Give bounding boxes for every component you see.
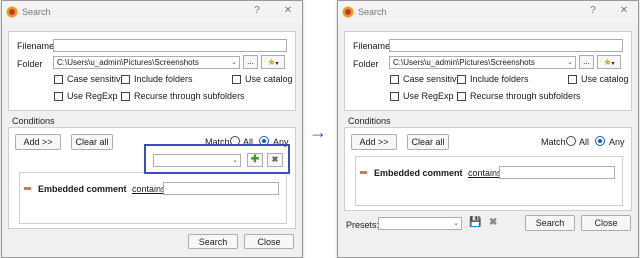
- include-folders-label: Include folders: [134, 74, 193, 84]
- use-catalog-checkbox[interactable]: [232, 75, 241, 84]
- include-folders-checkbox[interactable]: [121, 75, 130, 84]
- browse-button[interactable]: ...: [579, 55, 594, 69]
- use-regexp-label: Use RegExp: [403, 91, 454, 101]
- minus-icon[interactable]: [24, 187, 31, 190]
- close-button[interactable]: Close: [244, 234, 294, 249]
- clear-all-button[interactable]: Clear all: [71, 134, 113, 150]
- recurse-subfolders-label: Recurse through subfolders: [470, 91, 581, 101]
- condition-name: Embedded comment: [38, 184, 127, 194]
- window-title: Search: [22, 7, 51, 17]
- conditions-label: Conditions: [348, 116, 391, 126]
- conditions-pane: Add >> Clear all Match All Any ⌄ ✚ ✖ Emb…: [8, 127, 296, 229]
- favorites-button[interactable]: ★▾: [597, 55, 621, 69]
- chevron-down-icon: ⌄: [453, 220, 459, 227]
- highlight-box: [144, 144, 290, 174]
- arrow-right-icon: →: [309, 122, 327, 142]
- search-options-pane: Filename Folder C:\Users\u_admin\Picture…: [8, 31, 296, 111]
- use-regexp-label: Use RegExp: [67, 91, 118, 101]
- match-all-radio[interactable]: [566, 136, 576, 146]
- chevron-down-icon: ⌄: [567, 59, 573, 66]
- star-icon: ★: [603, 57, 612, 67]
- search-button[interactable]: Search: [525, 215, 575, 231]
- help-button[interactable]: ?: [586, 5, 600, 16]
- add-condition-button[interactable]: Add >>: [351, 134, 397, 150]
- use-regexp-checkbox[interactable]: [54, 92, 63, 101]
- condition-row: Embedded comment contains: [355, 156, 623, 206]
- conditions-label: Conditions: [12, 116, 55, 126]
- app-logo-icon: [6, 6, 18, 18]
- window-close-button[interactable]: ✕: [617, 5, 631, 16]
- presets-label: Presets:: [346, 220, 380, 230]
- star-icon: ★: [267, 57, 276, 67]
- use-catalog-label: Use catalog: [581, 74, 629, 84]
- folder-label: Folder: [353, 59, 379, 69]
- minus-icon[interactable]: [360, 171, 367, 174]
- help-button[interactable]: ?: [250, 5, 264, 16]
- condition-row: Embedded comment contains: [19, 172, 287, 224]
- window-close-button[interactable]: ✕: [281, 5, 295, 16]
- recurse-subfolders-label: Recurse through subfolders: [134, 91, 245, 101]
- title-bar: Search ? ✕: [2, 1, 302, 23]
- browse-button[interactable]: ...: [243, 55, 258, 69]
- condition-operator-link[interactable]: contains: [132, 184, 166, 194]
- case-sensitive-label: Case sensitive: [67, 74, 126, 84]
- filename-label: Filename: [17, 41, 55, 51]
- include-folders-checkbox[interactable]: [457, 75, 466, 84]
- conditions-pane: Add >> Clear all Match All Any Embedded …: [344, 127, 632, 211]
- use-catalog-label: Use catalog: [245, 74, 293, 84]
- condition-operator-link[interactable]: contains: [468, 168, 502, 178]
- close-button[interactable]: Close: [581, 215, 631, 231]
- case-sensitive-checkbox[interactable]: [54, 75, 63, 84]
- chevron-down-icon: ⌄: [231, 59, 237, 66]
- condition-name: Embedded comment: [374, 168, 463, 178]
- search-dialog-after: Search ? ✕ Filename Folder C:\Users\u_ad…: [337, 0, 639, 258]
- folder-dropdown[interactable]: C:\Users\u_admin\Pictures\Screenshots ⌄: [53, 56, 240, 69]
- search-button[interactable]: Search: [188, 234, 238, 249]
- folder-label: Folder: [17, 59, 43, 69]
- add-condition-button[interactable]: Add >>: [15, 134, 61, 150]
- search-options-pane: Filename Folder C:\Users\u_admin\Picture…: [344, 31, 632, 111]
- app-logo-icon: [342, 6, 354, 18]
- match-label: Match: [541, 137, 566, 147]
- match-any-radio[interactable]: [595, 136, 605, 146]
- favorites-button[interactable]: ★▾: [261, 55, 285, 69]
- folder-dropdown[interactable]: C:\Users\u_admin\Pictures\Screenshots ⌄: [389, 56, 576, 69]
- search-dialog-before: Search ? ✕ Filename Folder C:\Users\u_ad…: [1, 0, 303, 258]
- recurse-subfolders-checkbox[interactable]: [121, 92, 130, 101]
- condition-value-input[interactable]: [499, 166, 615, 179]
- use-regexp-checkbox[interactable]: [390, 92, 399, 101]
- filename-label: Filename: [353, 41, 391, 51]
- include-folders-label: Include folders: [470, 74, 529, 84]
- save-preset-icon[interactable]: 💾: [469, 217, 481, 228]
- presets-dropdown[interactable]: ⌄: [378, 217, 462, 230]
- recurse-subfolders-checkbox[interactable]: [457, 92, 466, 101]
- match-any-label: Any: [609, 137, 625, 147]
- case-sensitive-label: Case sensitive: [403, 74, 462, 84]
- condition-value-input[interactable]: [163, 182, 279, 195]
- delete-preset-icon[interactable]: ✖: [489, 217, 497, 228]
- filename-input[interactable]: [389, 39, 623, 52]
- case-sensitive-checkbox[interactable]: [390, 75, 399, 84]
- use-catalog-checkbox[interactable]: [568, 75, 577, 84]
- filename-input[interactable]: [53, 39, 287, 52]
- window-title: Search: [358, 7, 387, 17]
- clear-all-button[interactable]: Clear all: [407, 134, 449, 150]
- title-bar: Search ? ✕: [338, 1, 638, 23]
- match-all-label: All: [579, 137, 590, 147]
